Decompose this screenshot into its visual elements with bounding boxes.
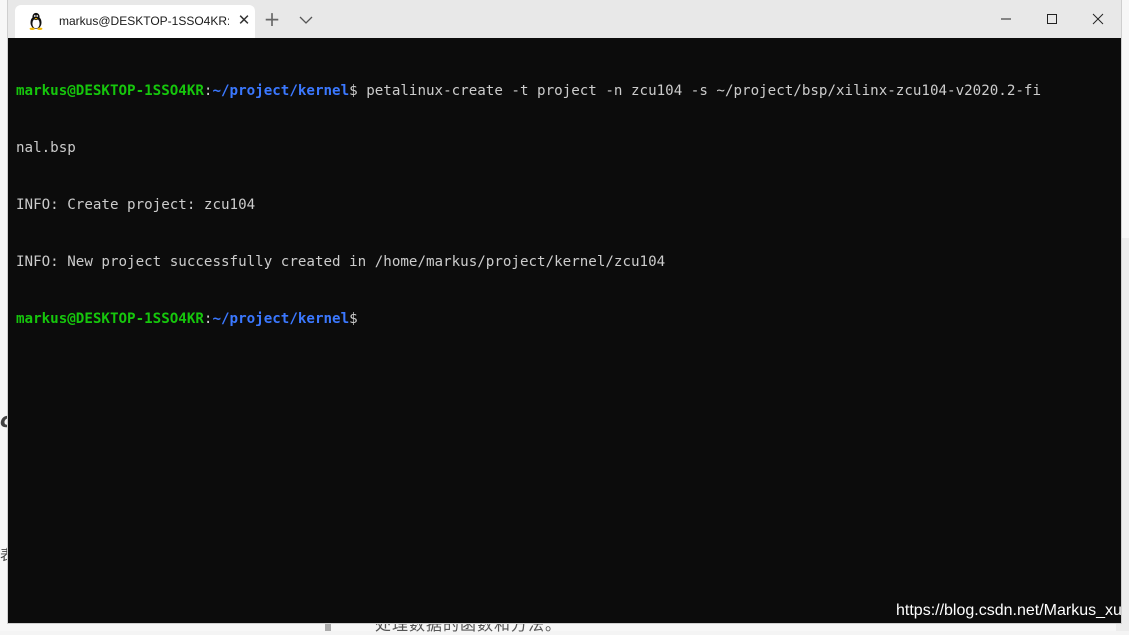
terminal-line: INFO: Create project: zcu104 bbox=[16, 197, 256, 213]
terminal-window: markus@DESKTOP-1SSO4KR: ~, ✕ + markus@DE… bbox=[8, 0, 1121, 623]
maximize-icon bbox=[1047, 14, 1057, 24]
terminal-line: markus@DESKTOP-1SSO4KR:~/project/kernel$ bbox=[16, 310, 1116, 329]
title-bar[interactable]: markus@DESKTOP-1SSO4KR: ~, ✕ + bbox=[8, 0, 1121, 38]
new-tab-icon[interactable]: + bbox=[261, 8, 283, 30]
tab-terminal[interactable]: markus@DESKTOP-1SSO4KR: ~, ✕ bbox=[15, 5, 255, 38]
command-text: $ bbox=[349, 311, 358, 327]
tab-title: markus@DESKTOP-1SSO4KR: ~, bbox=[59, 14, 229, 28]
prompt-user: markus@DESKTOP-1SSO4KR bbox=[16, 311, 204, 327]
minimize-button[interactable] bbox=[983, 0, 1029, 38]
close-tab-icon[interactable]: ✕ bbox=[235, 11, 253, 29]
maximize-button[interactable] bbox=[1029, 0, 1075, 38]
chevron-down-icon[interactable] bbox=[296, 10, 316, 30]
command-text: $ petalinux-create -t project -n zcu104 … bbox=[349, 83, 1042, 99]
close-window-button[interactable] bbox=[1075, 0, 1121, 38]
terminal-output[interactable]: markus@DESKTOP-1SSO4KR:~/project/kernel$… bbox=[16, 44, 1116, 367]
prompt-path: ~/project/kernel bbox=[212, 311, 350, 327]
linux-penguin-icon bbox=[28, 12, 44, 30]
close-icon bbox=[1092, 13, 1104, 25]
prompt-user: markus@DESKTOP-1SSO4KR bbox=[16, 83, 204, 99]
terminal-line: INFO: New project successfully created i… bbox=[16, 254, 666, 270]
prompt-path: ~/project/kernel bbox=[212, 83, 350, 99]
minimize-icon bbox=[1001, 18, 1011, 20]
terminal-line: nal.bsp bbox=[16, 140, 76, 156]
terminal-line: markus@DESKTOP-1SSO4KR:~/project/kernel$… bbox=[16, 82, 1116, 101]
watermark-text: https://blog.csdn.net/Markus_xu bbox=[896, 602, 1122, 619]
